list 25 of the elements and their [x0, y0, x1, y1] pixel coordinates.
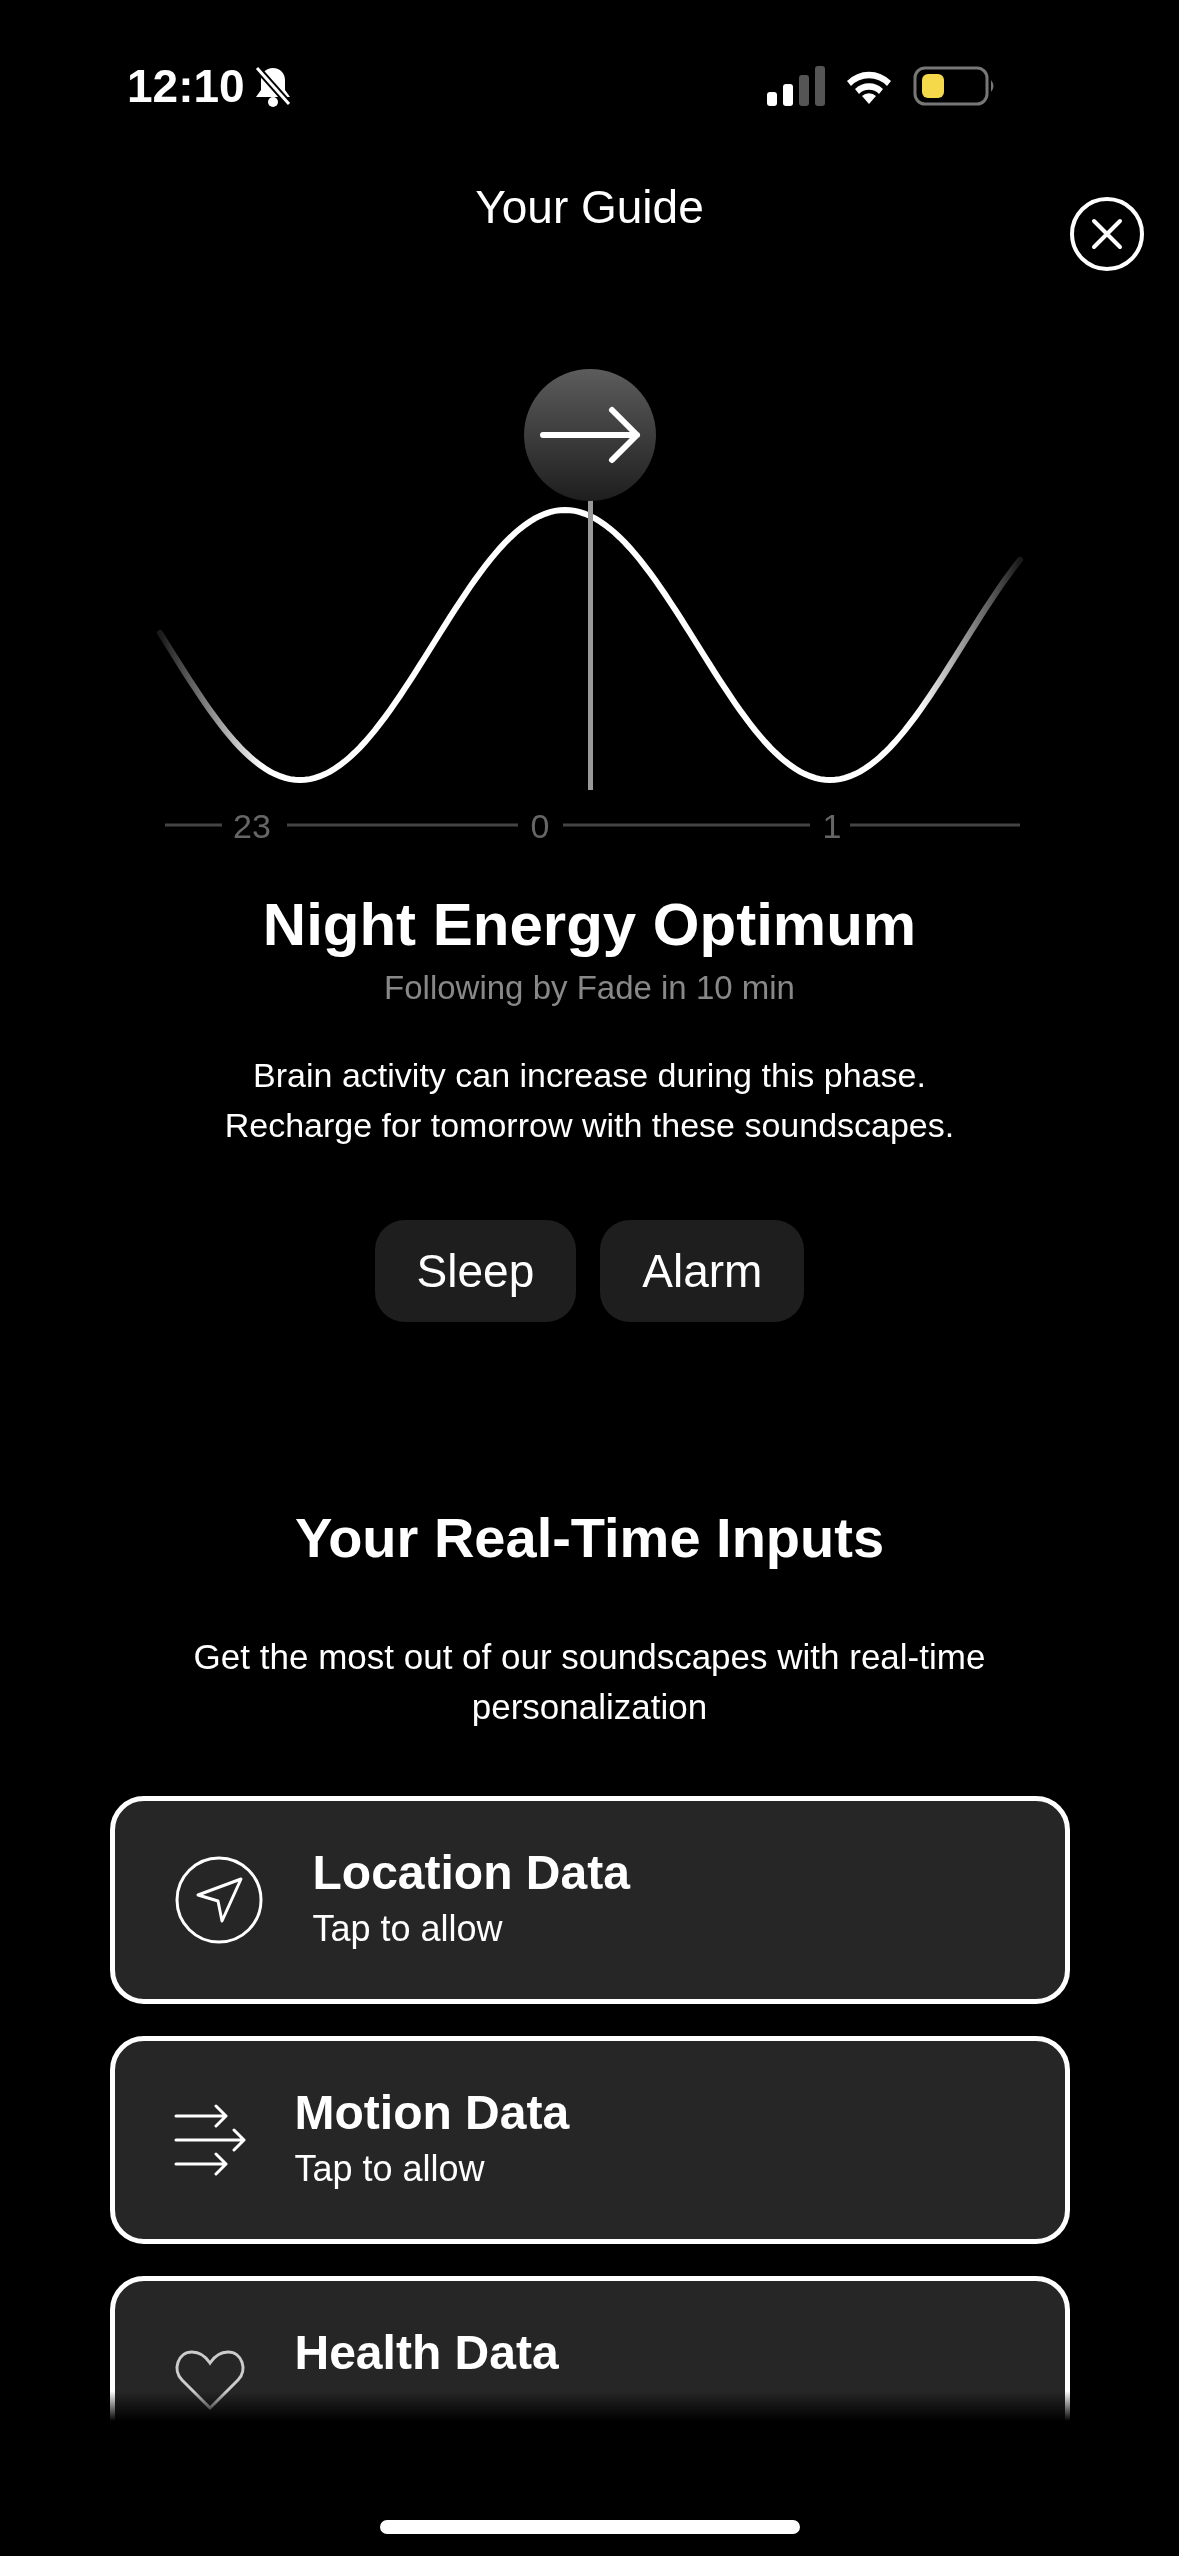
status-time: 12:10: [127, 59, 245, 113]
phase-title: Night Energy Optimum: [262, 890, 917, 959]
timeline-label: 23: [233, 807, 271, 845]
screen-title: Your Guide: [475, 180, 704, 235]
timeline-label: 1: [822, 807, 842, 845]
next-arrow-button[interactable]: [524, 369, 656, 501]
soundscape-button[interactable]: Sleep: [374, 1220, 577, 1322]
close-icon[interactable]: [1069, 196, 1145, 272]
card-subtitle: Tap to allow: [294, 2148, 486, 2190]
permission-card[interactable]: Health Data: [109, 2276, 1070, 2421]
signal-icon: [767, 66, 825, 106]
next-phase-text: Following by Fade in 10 min: [384, 969, 795, 1007]
card-title: Health Data: [294, 2325, 559, 2380]
phase-description: Brain activity can increase during this phase. Recharge for tomorrow with these soundscapes.: [223, 1055, 956, 1146]
timeline-label: 0: [530, 807, 550, 845]
section-description: Get the most out of our soundscapes with real-time personalization: [192, 1636, 987, 1728]
permission-card[interactable]: Location Data Tap to allow: [109, 1796, 1070, 2004]
card-title: Location Data: [312, 1845, 630, 1900]
motion-arrows-icon: [173, 2104, 246, 2176]
heart-icon: [173, 2348, 246, 2412]
card-title: Motion Data: [294, 2085, 570, 2140]
card-subtitle: Tap to allow: [312, 1908, 504, 1950]
section-title: Your Real-Time Inputs: [294, 1505, 885, 1570]
soundscape-button[interactable]: Alarm: [600, 1220, 805, 1322]
permission-card[interactable]: Motion Data Tap to allow: [109, 2036, 1070, 2244]
